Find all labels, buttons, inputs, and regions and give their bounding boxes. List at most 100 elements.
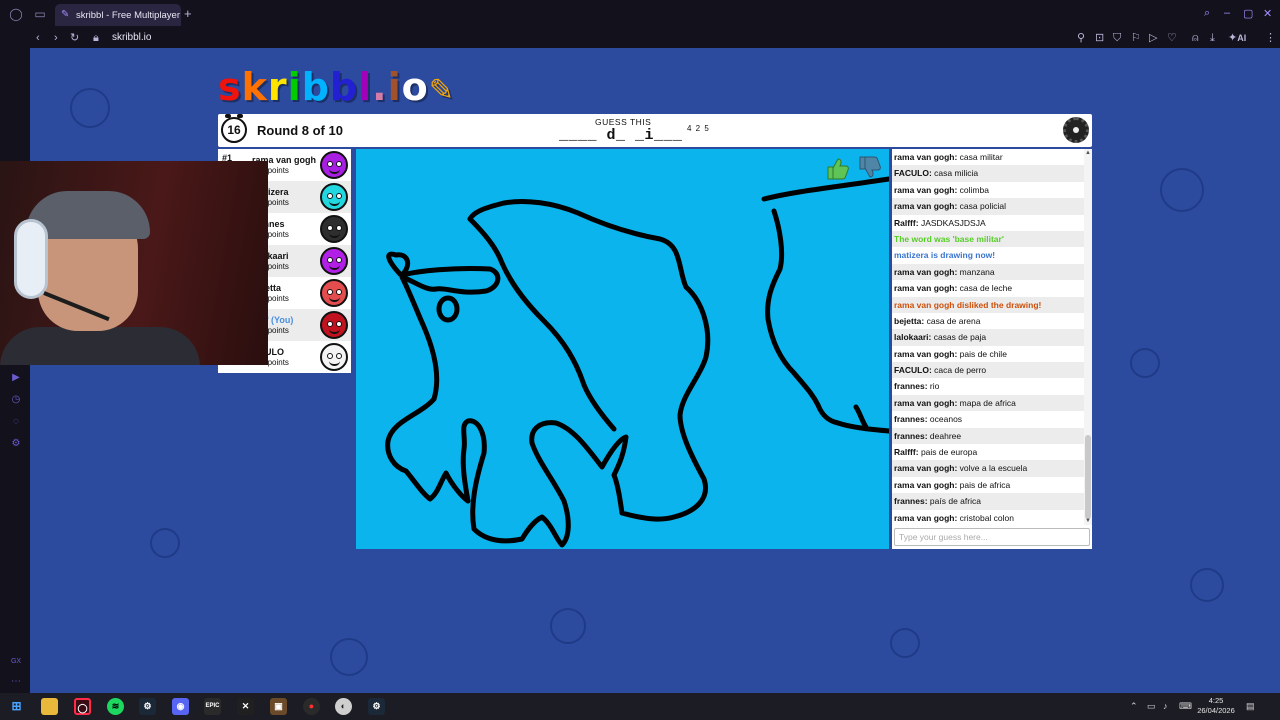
skribbl-favicon-icon: ✎ (61, 9, 70, 20)
chat-text: pais de europa (920, 447, 978, 458)
chat-message: rama van gogh: casa militar (894, 152, 1003, 162)
player-sidebar-icon[interactable]: ▶ (10, 372, 22, 384)
timer-clock: 16 (221, 114, 247, 143)
opera-gx-icon[interactable]: ◯ (9, 7, 23, 21)
chat-author: rama van gogh (894, 479, 955, 490)
tab-manager-icon[interactable]: ▭ (33, 7, 47, 21)
thumbs-down-icon[interactable] (856, 155, 882, 181)
pin-icon[interactable]: ⚲ (1077, 31, 1085, 45)
scroll-thumb[interactable] (1085, 435, 1091, 519)
more-icon[interactable]: ⋯ (10, 676, 22, 688)
new-tab-icon[interactable]: + (184, 7, 192, 21)
settings-gear-icon[interactable] (1063, 117, 1089, 143)
doodle-pattern (330, 638, 368, 676)
obs-icon[interactable]: ● (303, 698, 320, 715)
opera-gx-taskbar-icon[interactable]: ◯ (74, 698, 91, 715)
translate-icon[interactable]: ⚐ (1131, 31, 1141, 45)
chat-text: cristobal colon (959, 512, 1015, 523)
chat-message: rama van gogh: volve a la escuela (892, 460, 1084, 477)
heart-icon[interactable]: ♡ (1167, 31, 1177, 45)
chat-message: FACULO: casa milicia (892, 165, 1084, 182)
skribbl-logo[interactable]: skribbl.io✎ (218, 66, 455, 108)
clock-display[interactable]: 4:25 26/04/2026 (1196, 696, 1236, 716)
chat-author: rama van gogh (894, 266, 955, 277)
steam-2-icon[interactable]: ⚙ (368, 698, 385, 715)
chat-author: Ralfff (894, 447, 916, 458)
chat-author: rama van gogh (894, 348, 955, 359)
spotify-icon[interactable]: ≋ (107, 698, 124, 715)
reload-icon[interactable]: ↻ (70, 31, 79, 45)
chat-messages[interactable]: rama van gogh: casa militar FACULO: casa … (892, 149, 1084, 525)
settings-icon[interactable]: ⚙ (10, 438, 22, 450)
keyboard-icon[interactable]: ⌨ (1179, 700, 1192, 712)
adblock-icon[interactable]: ⛉ (1113, 31, 1121, 45)
chat-author: FACULO (894, 168, 929, 179)
thumbs-up-icon[interactable] (824, 155, 850, 181)
minecraft-icon[interactable]: ▣ (270, 698, 287, 715)
tray-chevron-icon[interactable]: ⌃ (1130, 700, 1138, 712)
chat-text: rio (929, 381, 940, 392)
chat-text: casa de arena (926, 315, 981, 326)
drawing-canvas[interactable] (356, 149, 889, 549)
capcut-icon[interactable]: ✕ (237, 698, 254, 715)
chat-message: frannes: país de africa (892, 493, 1084, 510)
steam-icon[interactable]: ⚙ (139, 698, 156, 715)
url-field[interactable]: skribbl.io (112, 31, 151, 45)
close-icon[interactable]: ✕ (1263, 7, 1272, 20)
windows-start-icon[interactable]: ⊞ (8, 698, 25, 715)
search-icon[interactable]: ⌕ (1204, 7, 1210, 20)
guess-input[interactable] (894, 528, 1090, 546)
notifications-icon[interactable]: ▤ (1246, 700, 1255, 712)
discord-icon[interactable]: ◉ (172, 698, 189, 715)
gx-icon[interactable]: GX (10, 656, 22, 668)
aria-icon[interactable]: ✦AI (1228, 31, 1246, 45)
chat-message: rama van gogh: manzana (892, 263, 1084, 281)
file-explorer-icon[interactable] (41, 698, 58, 715)
maximize-icon[interactable]: ▢ (1243, 7, 1253, 20)
snapshot-icon[interactable]: ⊡ (1095, 31, 1104, 45)
chat-author: rama van gogh (894, 512, 955, 523)
chat-message: lalokaari: casas de paja (892, 329, 1084, 346)
player-avatar (320, 215, 348, 243)
clock-time: 4:25 (1208, 696, 1224, 705)
forward-icon[interactable]: › (54, 31, 58, 45)
chat-text: rama van gogh disliked the drawing! (894, 299, 1042, 310)
back-icon[interactable]: ‹ (36, 31, 40, 45)
doodle-pattern (1160, 168, 1204, 212)
chat-text: pais de africa (959, 479, 1011, 490)
profile-icon[interactable]: ⍝ (1192, 31, 1199, 45)
chat-text: volve a la escuela (959, 463, 1028, 474)
round-indicator: Round 8 of 10 (257, 123, 343, 138)
player-icon[interactable]: ▷ (1149, 31, 1157, 45)
history-icon[interactable]: ◷ (10, 394, 22, 406)
chat-message: Ralfff: JASDKASJDSJA (894, 217, 986, 228)
chat-message: frannes: oceanos (894, 414, 963, 425)
doodle-pattern (1190, 568, 1224, 602)
minimize-icon[interactable]: – (1224, 7, 1230, 19)
scroll-down-icon[interactable]: ▼ (1085, 518, 1091, 524)
chat-text: casa policial (959, 201, 1006, 212)
volume-icon[interactable]: ♪ (1163, 700, 1168, 712)
chat-message: rama van gogh disliked the drawing! (892, 296, 1084, 313)
network-icon[interactable]: ▭ (1147, 700, 1156, 712)
chat-scrollbar[interactable]: ▲ ▼ (1084, 149, 1092, 525)
messenger-icon[interactable]: ◌ (10, 416, 22, 428)
chat-message: rama van gogh: colimba (894, 184, 989, 195)
word-lengths: 4 2 5 (687, 124, 710, 133)
chat-message: bejetta: casa de arena (894, 315, 981, 326)
app-icon[interactable]: ◐ (335, 698, 352, 715)
menu-icon[interactable]: ⋮ (1265, 31, 1276, 45)
download-icon[interactable]: ⤓ (1210, 31, 1215, 45)
chat-text: casa militar (959, 152, 1003, 162)
clock-date: 26/04/2026 (1197, 706, 1235, 715)
epic-games-icon[interactable]: EPIC (204, 698, 221, 715)
chat-author: rama van gogh (894, 184, 955, 195)
ai-label: AI (1237, 33, 1247, 43)
chat-text: colimba (959, 184, 989, 195)
chat-text: matizera is drawing now! (894, 250, 996, 261)
chat-message: rama van gogh: casa policial (892, 198, 1084, 215)
tab-skribbl[interactable]: ✎ skribbl - Free Multiplayer D (55, 4, 181, 26)
tab-title: skribbl - Free Multiplayer D (76, 9, 180, 21)
word-hint: ____ d_ _i___ (559, 127, 683, 144)
scroll-up-icon[interactable]: ▲ (1085, 150, 1091, 156)
